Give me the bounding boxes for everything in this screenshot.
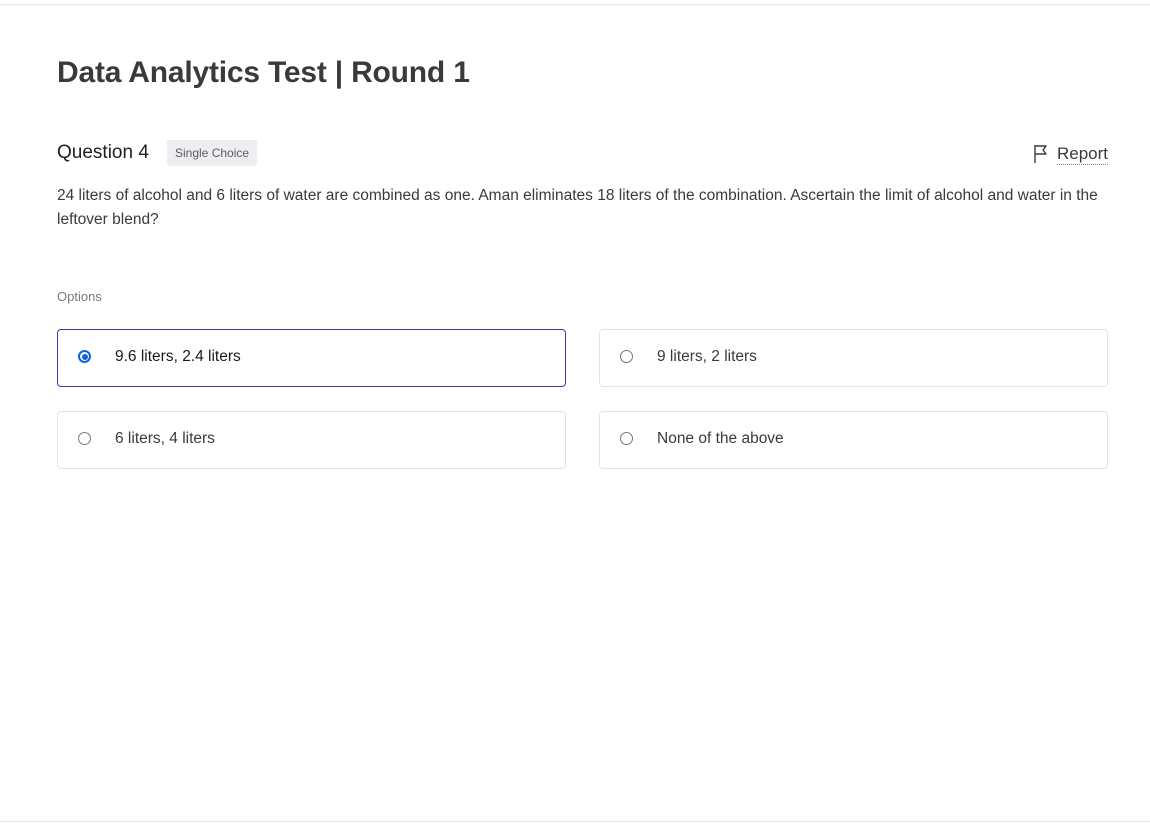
- option-a[interactable]: 9.6 liters, 2.4 liters: [57, 329, 566, 387]
- option-d[interactable]: None of the above: [599, 411, 1108, 469]
- options-heading: Options: [57, 289, 102, 304]
- report-label[interactable]: Report: [1056, 144, 1108, 165]
- page-title: Data Analytics Test | Round 1: [57, 56, 470, 89]
- radio-button[interactable]: [620, 350, 633, 363]
- radio-button[interactable]: [78, 350, 91, 363]
- question-number: Question 4: [57, 142, 149, 163]
- option-label: 9 liters, 2 liters: [657, 348, 757, 365]
- option-label: 6 liters, 4 liters: [115, 430, 215, 447]
- option-b[interactable]: 9 liters, 2 liters: [599, 329, 1108, 387]
- option-c[interactable]: 6 liters, 4 liters: [57, 411, 566, 469]
- top-divider: [0, 4, 1150, 5]
- question-text: 24 liters of alcohol and 6 liters of wat…: [57, 187, 1098, 228]
- option-label: None of the above: [657, 430, 784, 447]
- question-header: Question 4 Single Choice Report: [57, 140, 1108, 166]
- report-button[interactable]: Report: [1033, 142, 1108, 166]
- flag-icon: [1033, 144, 1049, 164]
- radio-button[interactable]: [620, 432, 633, 445]
- question-type-badge: Single Choice: [167, 140, 258, 166]
- bottom-divider: [0, 821, 1150, 822]
- option-label: 9.6 liters, 2.4 liters: [115, 348, 241, 365]
- radio-button[interactable]: [78, 432, 91, 445]
